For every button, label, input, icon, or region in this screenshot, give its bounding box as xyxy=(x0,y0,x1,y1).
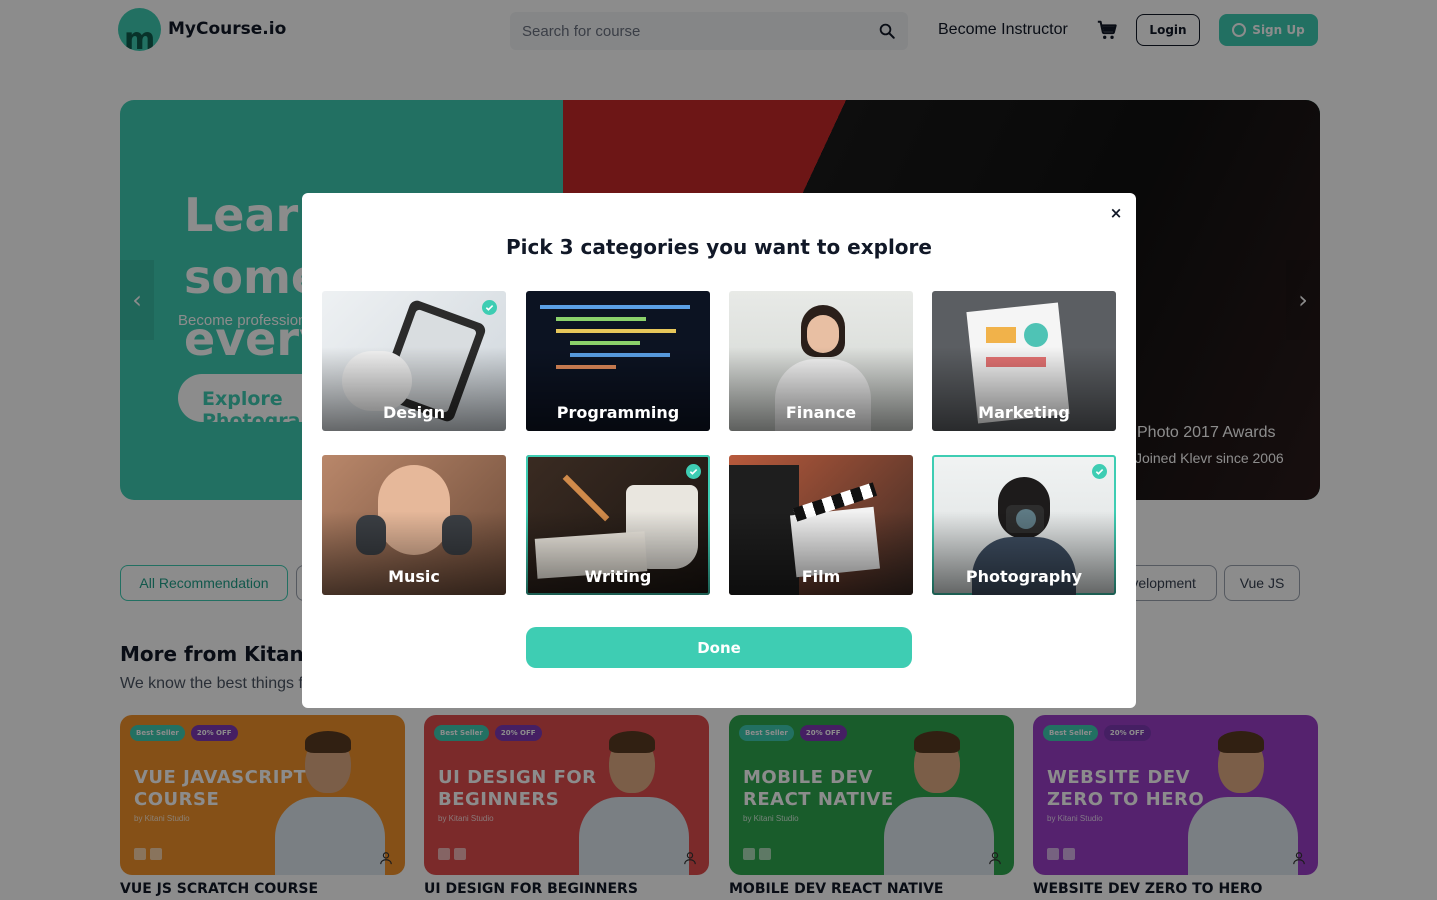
category-finance[interactable]: Finance xyxy=(729,291,913,431)
modal-title: Pick 3 categories you want to explore xyxy=(506,235,932,259)
check-icon xyxy=(686,464,701,479)
done-button[interactable]: Done xyxy=(526,627,912,668)
category-design[interactable]: Design xyxy=(322,291,506,431)
category-writing[interactable]: Writing xyxy=(526,455,710,595)
close-icon[interactable]: × xyxy=(1107,204,1125,222)
category-label: Photography xyxy=(965,567,1083,586)
category-marketing[interactable]: Marketing xyxy=(932,291,1116,431)
category-label: Finance xyxy=(785,403,857,422)
category-label: Design xyxy=(383,403,445,422)
category-label: Music xyxy=(388,567,440,586)
category-programming[interactable]: Programming xyxy=(526,291,710,431)
category-music[interactable]: Music xyxy=(322,455,506,595)
category-label: Programming xyxy=(556,403,680,422)
category-label: Writing xyxy=(584,567,652,586)
category-film[interactable]: Film xyxy=(729,455,913,595)
category-picker-modal: × Pick 3 categories you want to explore … xyxy=(302,193,1136,708)
category-label: Marketing xyxy=(978,403,1070,422)
check-icon xyxy=(1092,464,1107,479)
category-label: Film xyxy=(801,567,841,586)
category-photography[interactable]: Photography xyxy=(932,455,1116,595)
check-icon xyxy=(482,300,497,315)
